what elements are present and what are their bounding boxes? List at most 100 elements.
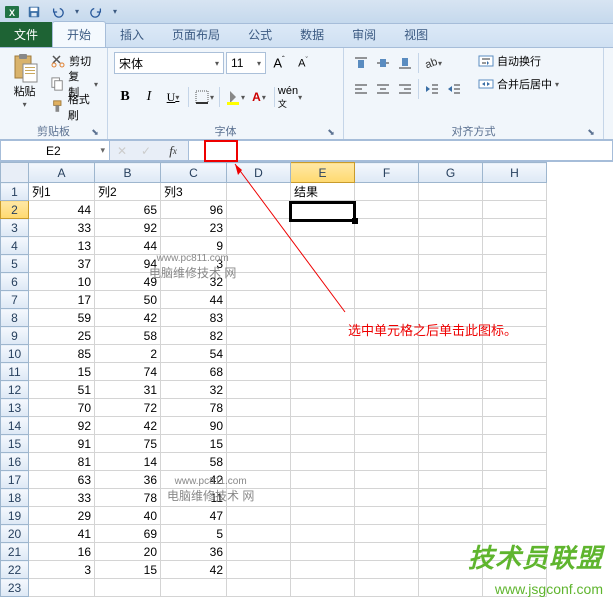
row-header[interactable]: 15 [1, 435, 29, 453]
cell[interactable] [483, 417, 547, 435]
cell[interactable]: 23 [161, 219, 227, 237]
cell[interactable] [419, 219, 483, 237]
cell[interactable] [419, 345, 483, 363]
cell[interactable]: 49 [95, 273, 161, 291]
cell[interactable] [419, 381, 483, 399]
cell[interactable]: 15 [29, 363, 95, 381]
font-color-button[interactable]: A▾ [248, 86, 270, 108]
cell[interactable] [227, 435, 291, 453]
row-header[interactable]: 21 [1, 543, 29, 561]
cell[interactable] [291, 327, 355, 345]
align-left-button[interactable] [350, 78, 372, 100]
cell[interactable]: 15 [161, 435, 227, 453]
cell[interactable] [291, 345, 355, 363]
cell[interactable] [355, 255, 419, 273]
cell[interactable] [355, 273, 419, 291]
cell[interactable]: 11 [161, 489, 227, 507]
row-header[interactable]: 23 [1, 579, 29, 597]
cell[interactable]: 10 [29, 273, 95, 291]
cell[interactable] [483, 345, 547, 363]
cell[interactable] [355, 561, 419, 579]
cell[interactable] [419, 399, 483, 417]
cell[interactable]: 50 [95, 291, 161, 309]
align-middle-button[interactable] [372, 52, 394, 74]
cell[interactable]: 78 [161, 399, 227, 417]
cell[interactable] [291, 453, 355, 471]
cell[interactable]: 列3 [161, 183, 227, 201]
cell[interactable] [291, 489, 355, 507]
cell[interactable] [291, 417, 355, 435]
cell[interactable] [419, 453, 483, 471]
cell[interactable] [483, 381, 547, 399]
cell[interactable] [355, 543, 419, 561]
row-header[interactable]: 17 [1, 471, 29, 489]
cell[interactable] [483, 471, 547, 489]
align-bottom-button[interactable] [394, 52, 416, 74]
cell[interactable]: 20 [95, 543, 161, 561]
fill-handle[interactable] [352, 218, 358, 224]
row-header[interactable]: 14 [1, 417, 29, 435]
cell[interactable] [419, 291, 483, 309]
row-header[interactable]: 3 [1, 219, 29, 237]
cell[interactable]: 2 [95, 345, 161, 363]
align-right-button[interactable] [394, 78, 416, 100]
cell[interactable] [227, 471, 291, 489]
enter-formula-button[interactable]: ✓ [134, 141, 158, 161]
cell[interactable] [355, 489, 419, 507]
cell[interactable] [483, 201, 547, 219]
cell[interactable] [355, 435, 419, 453]
cell[interactable] [227, 399, 291, 417]
cell[interactable]: 91 [29, 435, 95, 453]
cell[interactable] [227, 255, 291, 273]
tab-formulas[interactable]: 公式 [234, 22, 286, 47]
cell[interactable] [483, 507, 547, 525]
col-header-e[interactable]: E [291, 163, 355, 183]
cell[interactable] [483, 219, 547, 237]
col-header-a[interactable]: A [29, 163, 95, 183]
cell[interactable]: 68 [161, 363, 227, 381]
tab-page-layout[interactable]: 页面布局 [158, 22, 234, 47]
cell[interactable]: 96 [161, 201, 227, 219]
cell[interactable]: 3 [161, 255, 227, 273]
cell[interactable] [291, 255, 355, 273]
tab-review[interactable]: 审阅 [338, 22, 390, 47]
cell[interactable]: 69 [95, 525, 161, 543]
cell[interactable] [291, 381, 355, 399]
cancel-formula-button[interactable]: ✕ [110, 141, 134, 161]
cell[interactable] [291, 579, 355, 597]
row-header[interactable]: 12 [1, 381, 29, 399]
row-header[interactable]: 7 [1, 291, 29, 309]
col-header-f[interactable]: F [355, 163, 419, 183]
cell[interactable] [227, 381, 291, 399]
cell[interactable] [227, 201, 291, 219]
bold-button[interactable]: B [114, 86, 136, 108]
cell[interactable] [419, 507, 483, 525]
undo-dropdown[interactable]: ▾ [72, 2, 82, 22]
cell[interactable] [227, 579, 291, 597]
cell[interactable] [291, 309, 355, 327]
cell[interactable]: 42 [95, 417, 161, 435]
cell[interactable]: 42 [161, 471, 227, 489]
cell[interactable]: 85 [29, 345, 95, 363]
font-name-select[interactable]: 宋体▾ [114, 52, 224, 74]
cell[interactable] [355, 579, 419, 597]
cell[interactable]: 13 [29, 237, 95, 255]
cell[interactable] [227, 183, 291, 201]
cell[interactable] [419, 255, 483, 273]
cell[interactable] [355, 201, 419, 219]
cell[interactable]: 33 [29, 489, 95, 507]
cell[interactable] [227, 453, 291, 471]
cell[interactable] [355, 453, 419, 471]
cell[interactable] [227, 507, 291, 525]
fill-color-button[interactable]: ▾ [224, 86, 246, 108]
row-header[interactable]: 2 [1, 201, 29, 219]
cell[interactable] [355, 363, 419, 381]
save-button[interactable] [24, 2, 44, 22]
cell[interactable]: 31 [95, 381, 161, 399]
cell[interactable] [355, 345, 419, 363]
insert-function-button[interactable]: fx [158, 141, 188, 161]
phonetic-button[interactable]: wén文▾ [279, 86, 301, 108]
font-size-select[interactable]: 11▾ [226, 52, 266, 74]
cell[interactable] [355, 381, 419, 399]
orientation-button[interactable]: ab▾ [421, 52, 443, 74]
